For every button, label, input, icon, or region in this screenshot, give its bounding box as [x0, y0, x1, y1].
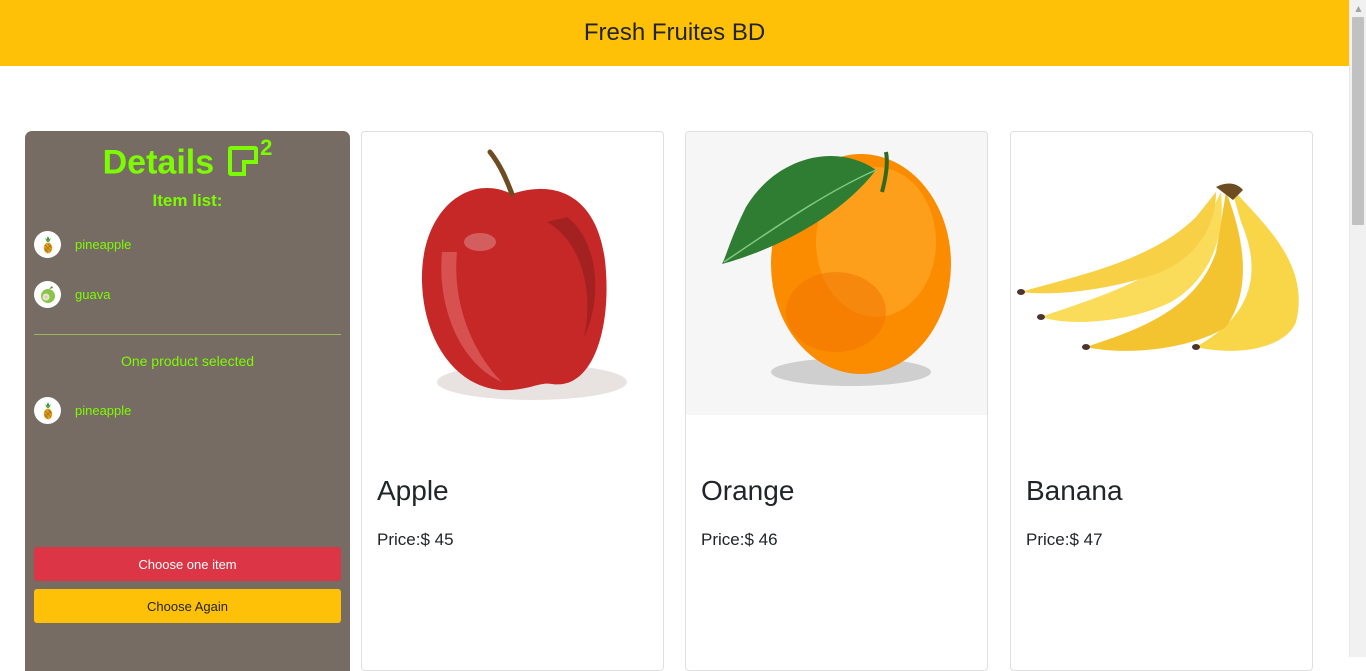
list-item-label: guava: [75, 287, 111, 302]
product-card-banana[interactable]: Banana Price:$ 47: [1010, 131, 1313, 671]
pineapple-icon: [43, 401, 52, 419]
orange-image: [686, 132, 987, 415]
banana-image: [1011, 132, 1312, 415]
list-item: guava: [34, 281, 110, 308]
product-price: Price:$ 47: [1026, 530, 1103, 549]
product-name: Orange: [701, 475, 795, 506]
selection-status: One product selected: [120, 353, 255, 369]
list-item: pineapple: [34, 231, 131, 258]
site-title: Fresh Fruites BD: [583, 19, 766, 46]
guava-icon: [40, 285, 55, 303]
avatar: [34, 231, 61, 258]
product-name: Banana: [1026, 475, 1123, 506]
divider: [34, 334, 341, 335]
choose-one-item-button[interactable]: Choose one item: [34, 547, 341, 581]
choose-again-button[interactable]: Choose Again: [34, 589, 341, 623]
details-title: Details: [102, 143, 215, 182]
item-list-label: Item list:: [152, 191, 223, 210]
product-card-orange[interactable]: Orange Price:$ 46: [685, 131, 988, 671]
product-price: Price:$ 45: [377, 530, 454, 549]
product-card-apple[interactable]: Apple Price:$ 45: [361, 131, 664, 671]
selected-item: pineapple: [34, 397, 131, 424]
page-scrollbar[interactable]: ▲: [1349, 0, 1366, 657]
product-price: Price:$ 46: [701, 530, 778, 549]
pineapple-icon: [43, 235, 52, 253]
details-sidebar: Details 2 Item list: pineapple guava One …: [25, 131, 350, 671]
selected-count: 2: [260, 135, 273, 160]
scroll-thumb[interactable]: [1352, 17, 1364, 225]
apple-image: [362, 132, 663, 415]
avatar: [34, 397, 61, 424]
list-item-label: pineapple: [75, 237, 132, 252]
note-icon: [228, 146, 259, 177]
product-name: Apple: [377, 475, 449, 506]
site-header: Fresh Fruites BD: [0, 0, 1349, 66]
details-heading: Details 2: [25, 135, 350, 182]
scroll-up-arrow-icon[interactable]: ▲: [1350, 0, 1366, 17]
selected-item-label: pineapple: [75, 403, 132, 418]
avatar: [34, 281, 61, 308]
